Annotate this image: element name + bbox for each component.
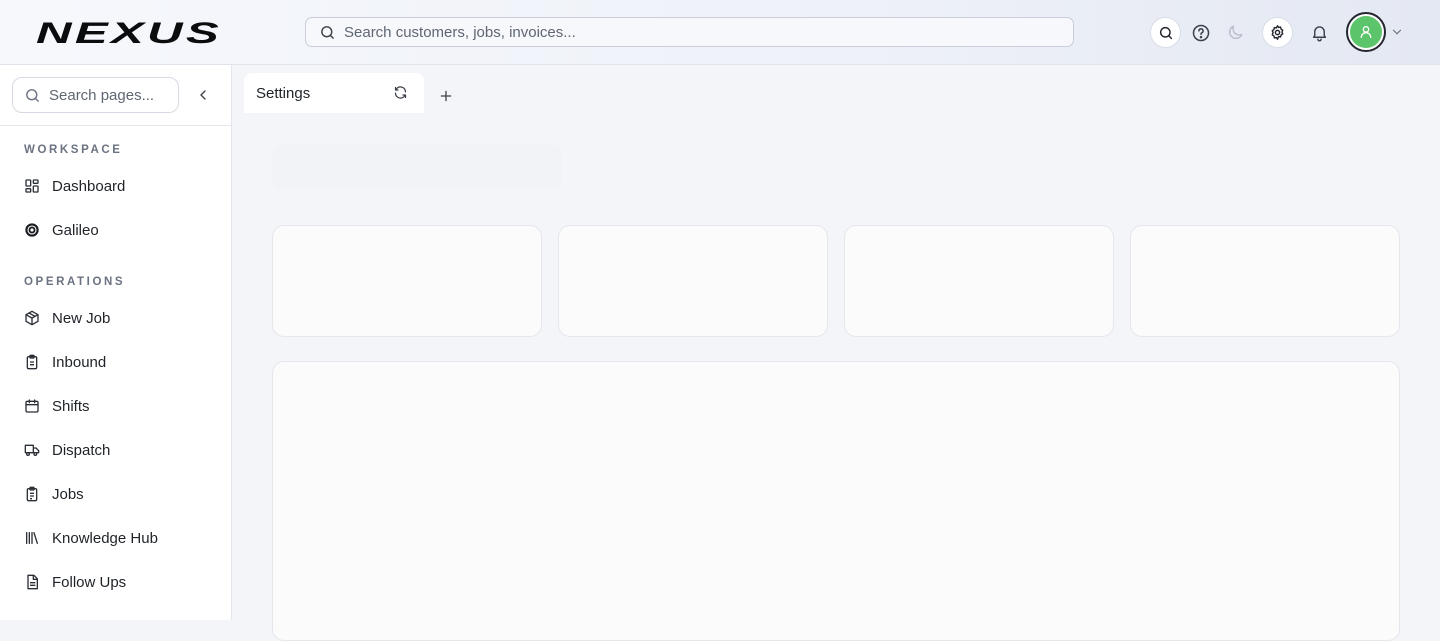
help-icon [1192,24,1209,41]
sidebar-item-jobs[interactable]: Jobs [12,476,220,512]
sidebar-item-label: New Job [52,309,111,327]
section-label-operations: OPERATIONS [24,276,126,288]
stat-card-placeholder [558,225,828,337]
sidebar-item-label: Galileo [52,221,99,239]
plus-icon [440,90,452,102]
chevron-down-icon[interactable] [1390,25,1404,39]
sidebar-item-new-job[interactable]: New Job [12,300,220,336]
svg-text:NEXUS: NEXUS [36,18,222,46]
refresh-icon[interactable] [393,85,408,100]
search-icon [1159,26,1172,39]
sidebar: WORKSPACE Dashboard Galileo OPERATIONS N… [0,65,232,620]
clipboard-icon [24,354,40,370]
sidebar-item-label: Dashboard [52,177,126,195]
collapse-sidebar-button[interactable] [194,86,212,104]
moon-icon [1229,25,1243,39]
sidebar-item-label: Shifts [52,397,90,415]
tab-label: Settings [256,84,311,102]
content-panel-placeholder [272,361,1400,641]
nexus-logo[interactable]: NEXUS [36,18,224,46]
file-icon [24,574,40,590]
bell-icon [1312,26,1327,42]
sidebar-item-dashboard[interactable]: Dashboard [12,168,220,204]
target-icon [24,222,40,238]
calendar-icon [24,398,40,414]
global-search-input[interactable] [344,23,1073,41]
grid-icon [24,178,40,194]
sidebar-item-shifts[interactable]: Shifts [12,388,220,424]
user-avatar[interactable] [1346,12,1386,52]
library-icon [24,530,40,546]
stat-card-placeholder [1130,225,1400,337]
stat-card-placeholder [272,225,542,337]
truck-icon [24,442,40,458]
sidebar-item-knowledge-hub[interactable]: Knowledge Hub [12,520,220,556]
page-search[interactable] [12,77,179,113]
loading-title-placeholder [272,145,562,189]
help-button[interactable] [1185,17,1216,48]
search-button[interactable] [1150,17,1181,48]
dark-mode-toggle[interactable] [1220,17,1251,48]
global-search[interactable] [305,17,1074,47]
top-bar: NEXUS [0,0,1440,65]
stat-card-placeholder [844,225,1114,337]
user-icon [1360,26,1372,38]
sidebar-item-label: Jobs [52,485,84,503]
search-icon [26,89,39,102]
avatar [1350,16,1382,48]
notifications-button[interactable] [1304,17,1335,48]
section-label-workspace: WORKSPACE [24,144,123,156]
sidebar-item-label: Inbound [52,353,107,371]
box-icon [24,310,40,326]
sidebar-item-dispatch[interactable]: Dispatch [12,432,220,468]
tab-settings[interactable]: Settings [244,73,424,113]
gear-icon [1271,25,1284,40]
sidebar-item-label: Knowledge Hub [52,529,158,547]
sidebar-item-galileo[interactable]: Galileo [12,212,220,248]
settings-button[interactable] [1262,17,1293,48]
clipboard-list-icon [24,486,40,502]
sidebar-item-label: Follow Ups [52,573,127,591]
sidebar-divider [0,125,231,126]
page-search-input[interactable] [49,86,169,104]
sidebar-item-label: Dispatch [52,441,111,459]
add-tab-button[interactable] [438,88,454,104]
sidebar-item-follow-ups[interactable]: Follow Ups [12,564,220,600]
sidebar-item-inbound[interactable]: Inbound [12,344,220,380]
chevron-left-icon [200,90,206,100]
search-icon [321,26,334,39]
